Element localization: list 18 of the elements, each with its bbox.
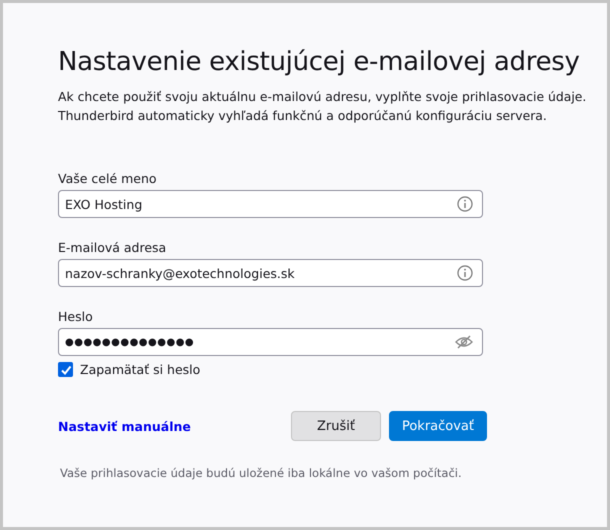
description-text: Thunderbird automaticky vyhľadá funkčnú a odporúčanú konfiguráciu servera. (58, 107, 547, 125)
dialog-title: Nastavenie existujúcej e-mailovej adresy (58, 47, 580, 77)
cancel-button[interactable]: Zrušiť (290, 411, 381, 441)
input-field[interactable]: EXO Hosting (58, 190, 483, 218)
info-icon[interactable] (457, 196, 473, 212)
footer-note: Vaše prihlasovacie údaje budú uložené iba lokálne vo vašom počítači. (60, 466, 463, 480)
eye-slash-icon[interactable] (455, 335, 473, 349)
info-icon[interactable] (457, 265, 473, 281)
input-field[interactable]: nazov-schranky@exotechnologies.sk (58, 259, 483, 287)
description-text: Ak chcete použiť svoju aktuálnu e-mailovú adresu, vyplňte svoje prihlasovacie údaje. (58, 88, 586, 106)
field-label: E-mailová adresa (58, 240, 168, 255)
field-label: Heslo (58, 309, 94, 324)
checkbox-label: Zapamätať si heslo (80, 362, 200, 377)
password-field[interactable]: ●●●●●●●●●●●●●● (58, 328, 483, 356)
manual-setup-link[interactable]: Nastaviť manuálne (58, 418, 191, 434)
checkbox[interactable] (58, 362, 73, 377)
continue-button[interactable]: Pokračovať (388, 411, 487, 441)
field-label: Vaše celé meno (58, 171, 158, 186)
